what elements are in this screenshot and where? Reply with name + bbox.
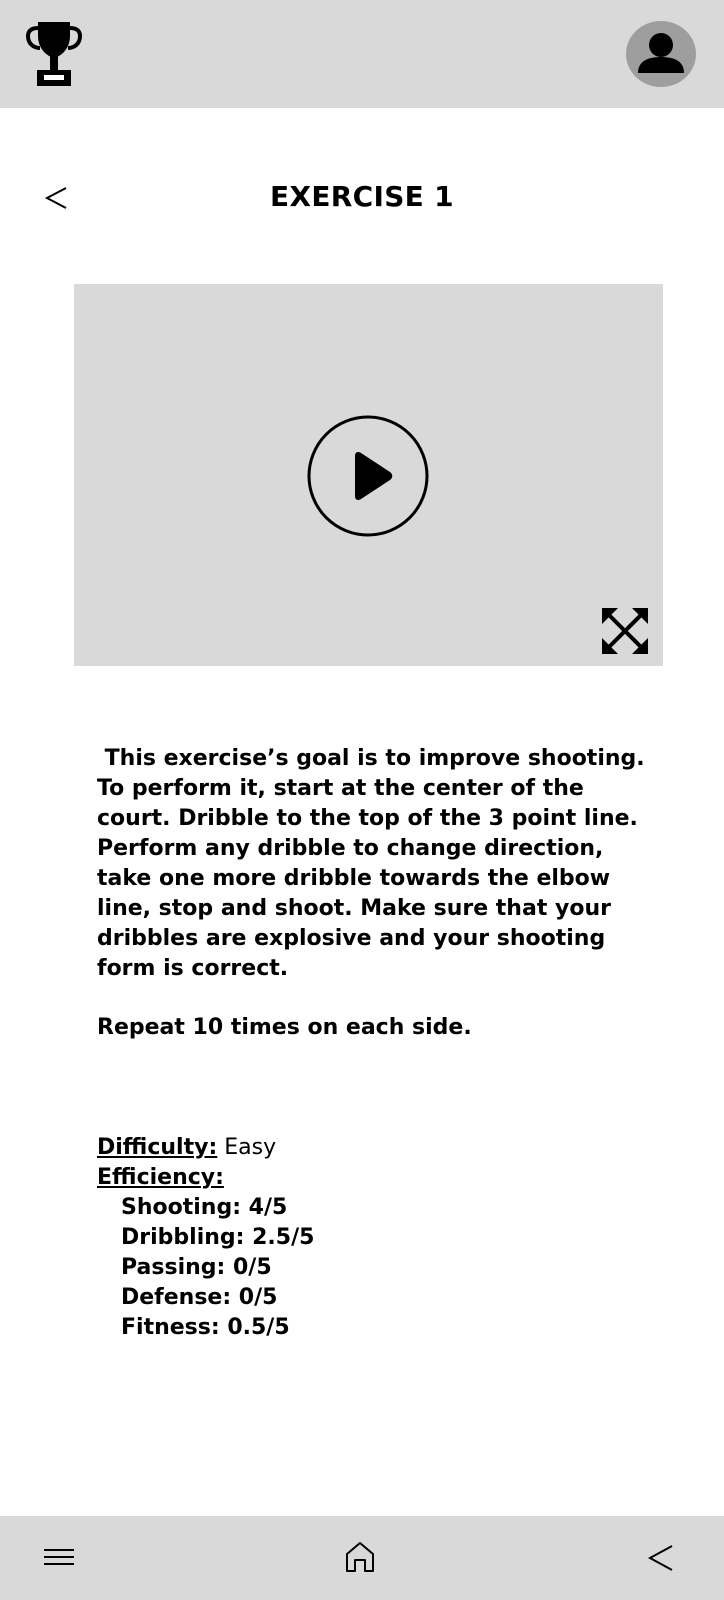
repeat-instruction: Repeat 10 times on each side. [97,1015,472,1040]
play-button[interactable] [306,414,430,538]
efficiency-fitness: Fitness: 0.5/5 [121,1315,290,1340]
user-icon [638,33,684,73]
page-title: EXERCISE 1 [270,180,454,213]
bottom-nav-bar [0,1516,724,1600]
exercise-stats: Difficulty: Easy Efficiency: Shooting: 4… [97,1133,657,1343]
fullscreen-button[interactable] [600,606,650,656]
difficulty-row: Difficulty: Easy [97,1133,657,1163]
efficiency-passing: Passing: 0/5 [121,1255,272,1280]
difficulty-label: Difficulty: [97,1135,218,1160]
hamburger-menu-icon [44,1549,74,1565]
nav-back-button[interactable] [646,1540,676,1576]
home-icon [346,1542,374,1572]
play-icon [307,415,429,537]
chevron-left-icon [647,1545,673,1571]
profile-avatar[interactable] [626,21,696,87]
exercise-description: This exercise’s goal is to improve shoot… [97,746,660,981]
menu-button[interactable] [40,1540,80,1576]
efficiency-row: Efficiency: [97,1163,657,1193]
difficulty-value: Easy [217,1135,277,1160]
home-button[interactable] [342,1538,378,1576]
efficiency-shooting: Shooting: 4/5 [121,1195,288,1220]
efficiency-dribbling: Dribbling: 2.5/5 [121,1225,315,1250]
expand-icon [602,608,648,654]
trophy-icon[interactable] [24,18,84,88]
top-app-bar [0,0,724,108]
efficiency-label: Efficiency: [97,1165,224,1190]
efficiency-defense: Defense: 0/5 [121,1285,278,1310]
video-player[interactable] [74,284,663,666]
